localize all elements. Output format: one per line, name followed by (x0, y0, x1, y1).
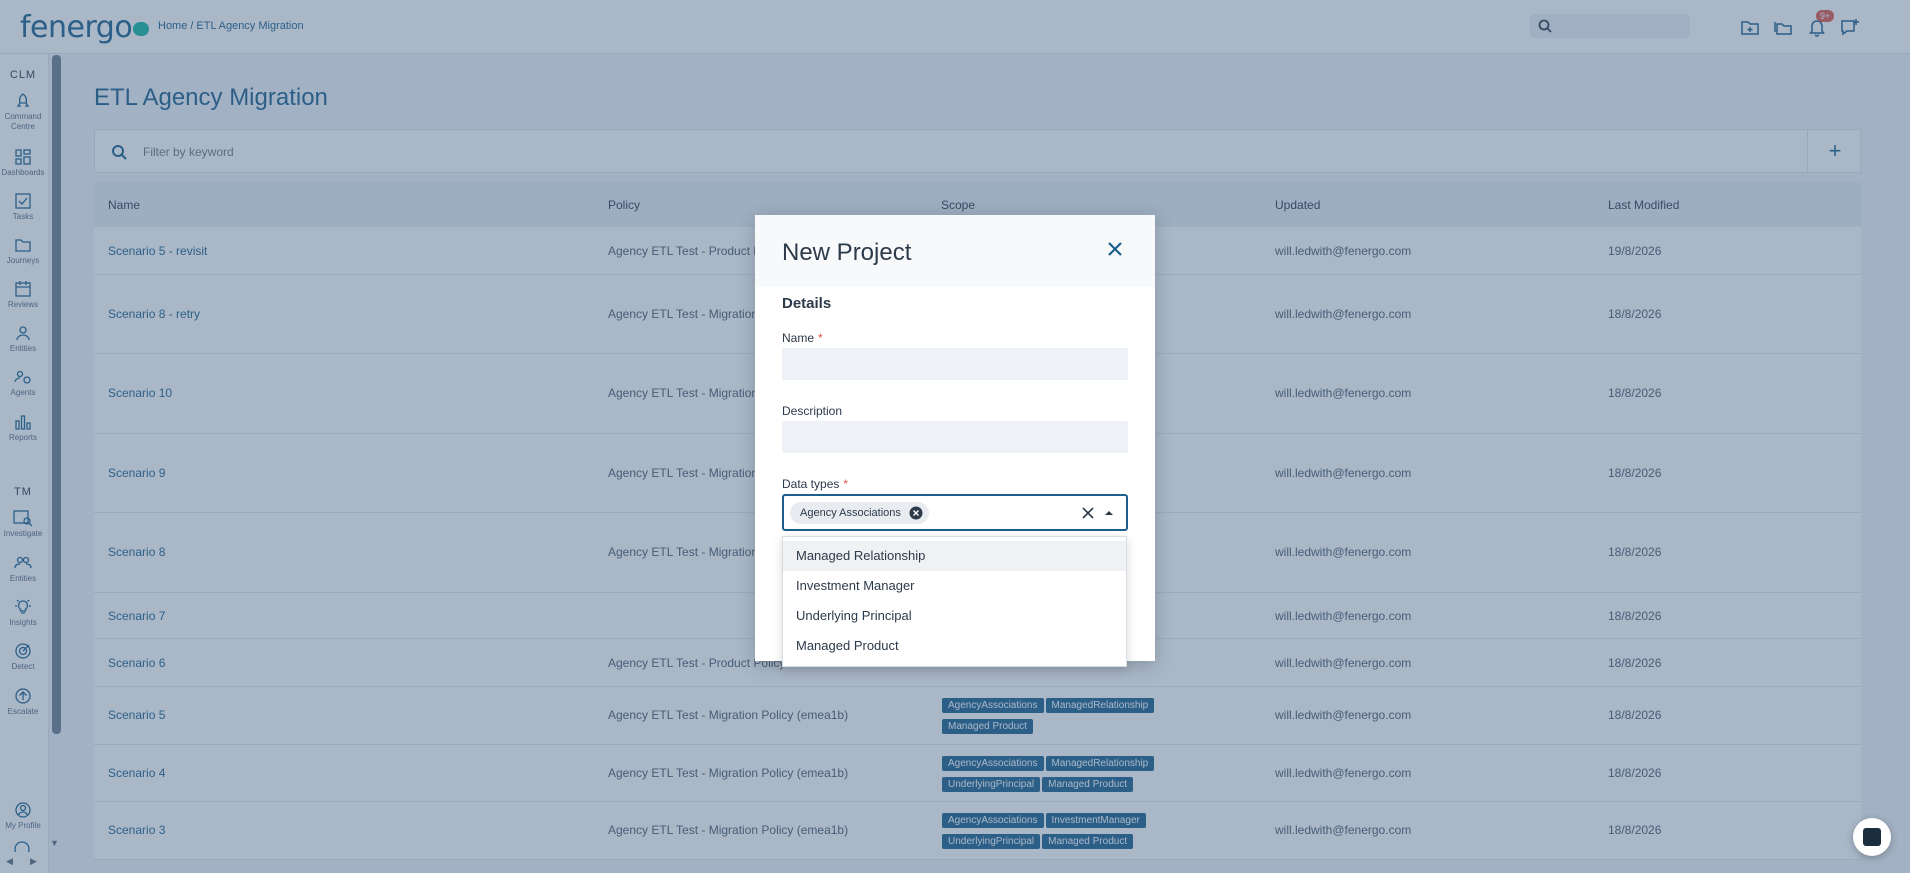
required-marker: * (843, 477, 849, 491)
close-icon[interactable] (1103, 237, 1127, 261)
chip-remove-icon[interactable] (909, 506, 923, 520)
description-label-text: Description (782, 404, 843, 418)
data-types-field-label: Data types * (782, 477, 848, 491)
name-field[interactable] (782, 348, 1128, 380)
dropdown-option-investment-manager[interactable]: Investment Manager (783, 571, 1126, 601)
dropdown-option-underlying-principal[interactable]: Underlying Principal (783, 601, 1126, 631)
data-types-select[interactable]: Agency Associations (782, 494, 1128, 531)
dialog-title: New Project (782, 239, 912, 266)
data-types-dropdown: Managed Relationship Investment Manager … (782, 536, 1127, 667)
required-marker: * (818, 331, 823, 345)
clear-selection-icon[interactable] (1080, 505, 1096, 521)
chat-assistant-button[interactable] (1853, 818, 1891, 856)
name-field-label: Name * (782, 331, 823, 345)
dropdown-option-managed-product[interactable]: Managed Product (783, 631, 1126, 661)
chip-label: Agency Associations (800, 507, 901, 519)
description-field-label: Description (782, 404, 842, 418)
details-section-title: Details (782, 295, 832, 312)
name-label-text: Name (782, 331, 815, 345)
selected-chip: Agency Associations (790, 502, 929, 524)
chevron-up-icon[interactable] (1104, 508, 1114, 518)
dropdown-option-managed-relationship[interactable]: Managed Relationship (783, 541, 1126, 571)
description-field[interactable] (782, 421, 1128, 453)
dialog-header: New Project (755, 215, 1155, 287)
data-types-label-text: Data types (782, 477, 840, 491)
chat-bot-icon (1863, 828, 1881, 846)
